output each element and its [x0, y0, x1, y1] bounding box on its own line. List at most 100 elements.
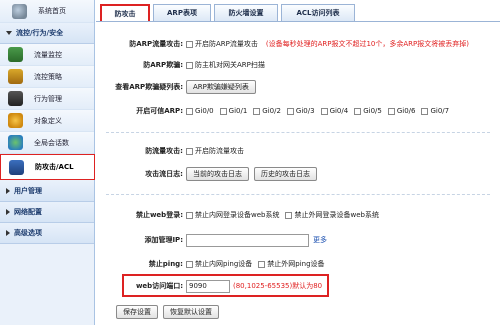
- manage-icon: [8, 91, 23, 106]
- web-port-label: web访问端口:: [135, 282, 183, 290]
- history-attack-log-button[interactable]: 历史的攻击日志: [254, 167, 317, 181]
- sidebar-item-object-define[interactable]: 对象定义: [0, 110, 94, 132]
- flood-label: 防流量攻击:: [145, 147, 183, 155]
- web-port-input[interactable]: 9090: [186, 279, 230, 293]
- web-login-label: 禁止web登录:: [135, 211, 183, 219]
- port-checkbox-gi0-7[interactable]: [421, 107, 429, 115]
- trusted-arp-label: 开启可信ARP:: [136, 107, 183, 115]
- chevron-right-icon: [6, 209, 10, 215]
- sidebar-group-flow-control[interactable]: 流控/行为/安全: [0, 23, 94, 44]
- ping-row: 禁止ping: 禁止内网ping设备 禁止外网ping设备: [96, 257, 500, 271]
- sidebar-item-label: 流控策略: [34, 72, 62, 81]
- sidebar-group-label: 高级选项: [14, 229, 42, 237]
- flood-row: 防流量攻击: 开启防流量攻击: [96, 144, 500, 158]
- arp-spoof-row: 防ARP欺骗: 防主机对网关ARP扫描: [96, 58, 500, 72]
- trusted-arp-row: 开启可信ARP: Gi0/0 Gi0/1 Gi0/2 Gi0/3 Gi0/4 G…: [96, 104, 500, 118]
- save-button[interactable]: 保存设置: [116, 305, 158, 319]
- ping-outer-label: 禁止外网ping设备: [267, 260, 325, 268]
- sidebar-group-user-manage[interactable]: 用户管理: [0, 181, 94, 202]
- sidebar-group-label: 网络配置: [14, 208, 42, 216]
- tab-arp-table[interactable]: ARP表项: [153, 4, 211, 21]
- port-checkbox-gi0-3[interactable]: [286, 107, 294, 115]
- shield-icon: [9, 159, 24, 175]
- chevron-down-icon: [6, 31, 12, 35]
- object-icon: [8, 113, 23, 128]
- admin-ip-input[interactable]: [186, 233, 309, 247]
- attack-log-label: 攻击流日志:: [145, 170, 183, 178]
- port-checkbox-gi0-4[interactable]: [320, 107, 328, 115]
- sidebar-item-label: 流量监控: [34, 50, 62, 59]
- session-icon: [8, 135, 23, 150]
- arp-spoof-label: 防ARP欺骗:: [143, 61, 183, 69]
- web-login-row: 禁止web登录: 禁止内网登录设备web系统 禁止外网登录设备web系统: [96, 208, 500, 222]
- flood-checkbox[interactable]: [186, 147, 193, 155]
- sidebar-item-flow-strategy[interactable]: 流控策略: [0, 66, 94, 88]
- admin-ip-row: 添加管理IP: 更多: [96, 233, 500, 247]
- current-attack-log-button[interactable]: 当前的攻击日志: [186, 167, 249, 181]
- sidebar-group-label: 流控/行为/安全: [16, 29, 64, 37]
- sidebar: 系统首页 流控/行为/安全 流量监控 流控策略 行为管理 对象定义 全局会话数 …: [0, 0, 95, 325]
- arp-spoof-option-label: 防主机对网关ARP扫描: [195, 61, 265, 69]
- web-login-outer-checkbox[interactable]: [285, 211, 293, 219]
- sidebar-item-home[interactable]: 系统首页: [0, 0, 94, 23]
- sidebar-item-attack-acl[interactable]: 防攻击/ACL: [0, 154, 95, 180]
- main-content: 防ARP流量攻击: 开启防ARP流量攻击 (设备每秒处理的ARP报文不超过10个…: [96, 22, 500, 325]
- arp-suspect-row: 查看ARP欺骗疑列表: ARP欺骗嫌疑列表: [96, 80, 500, 94]
- flood-option-label: 开启防流量攻击: [195, 147, 244, 155]
- sidebar-group-label: 用户管理: [14, 187, 42, 195]
- port-checkbox-gi0-1[interactable]: [219, 107, 227, 115]
- port-label: Gi0/6: [396, 107, 416, 115]
- port-label: Gi0/5: [363, 107, 382, 115]
- port-label: Gi0/1: [228, 107, 248, 115]
- tab-firewall[interactable]: 防火墙设置: [214, 4, 278, 21]
- more-link[interactable]: 更多: [313, 235, 327, 245]
- arp-spoof-checkbox[interactable]: [186, 61, 193, 69]
- sidebar-item-label: 防攻击/ACL: [35, 163, 74, 171]
- port-label: Gi0/3: [295, 107, 315, 115]
- strategy-icon: [8, 69, 23, 84]
- action-buttons: 保存设置 恢复默认设置: [96, 305, 500, 319]
- arp-suspect-list-button[interactable]: ARP欺骗嫌疑列表: [186, 80, 256, 94]
- port-checkbox-gi0-5[interactable]: [354, 107, 362, 115]
- admin-ip-label: 添加管理IP:: [144, 236, 183, 244]
- sidebar-item-label: 对象定义: [34, 116, 62, 125]
- sidebar-item-global-sessions[interactable]: 全局会话数: [0, 132, 94, 154]
- port-checkbox-gi0-6[interactable]: [387, 107, 395, 115]
- ping-inner-label: 禁止内网ping设备: [195, 260, 253, 268]
- sidebar-item-traffic-monitor[interactable]: 流量监控: [0, 44, 94, 66]
- port-label: Gi0/0: [195, 107, 214, 115]
- sidebar-group-network-config[interactable]: 网络配置: [0, 202, 94, 223]
- chevron-right-icon: [6, 188, 10, 194]
- web-port-row: web访问端口: 9090 (80,1025-65535)默认为80: [96, 279, 500, 293]
- attack-log-row: 攻击流日志: 当前的攻击日志 历史的攻击日志: [96, 167, 500, 181]
- sidebar-group-advanced[interactable]: 高级选项: [0, 223, 94, 244]
- sidebar-item-behavior-manage[interactable]: 行为管理: [0, 88, 94, 110]
- arp-flow-checkbox[interactable]: [186, 40, 193, 48]
- sidebar-item-label: 系统首页: [38, 7, 66, 15]
- arp-flow-label: 防ARP流量攻击:: [129, 40, 183, 48]
- port-label: Gi0/7: [430, 107, 450, 115]
- tab-anti-attack[interactable]: 防攻击: [100, 4, 150, 21]
- arp-flow-note: (设备每秒处理的ARP报文不超过10个，多余ARP报文将被丢弃掉): [265, 40, 469, 48]
- section-divider: [106, 132, 490, 133]
- web-login-inner-checkbox[interactable]: [186, 211, 193, 219]
- chevron-right-icon: [6, 230, 10, 236]
- port-checkbox-gi0-0[interactable]: [186, 107, 193, 115]
- arp-flow-option-label: 开启防ARP流量攻击: [195, 40, 258, 48]
- ping-inner-checkbox[interactable]: [186, 260, 193, 268]
- ping-label: 禁止ping:: [148, 260, 183, 268]
- port-label: Gi0/2: [262, 107, 281, 115]
- tab-bar: 防攻击 ARP表项 防火墙设置 ACL访问列表: [100, 4, 358, 21]
- arp-flow-row: 防ARP流量攻击: 开启防ARP流量攻击 (设备每秒处理的ARP报文不超过10个…: [96, 37, 500, 51]
- web-login-inner-label: 禁止内网登录设备web系统: [195, 211, 280, 219]
- sidebar-item-label: 行为管理: [34, 94, 62, 103]
- port-checkbox-gi0-2[interactable]: [253, 107, 261, 115]
- port-label: Gi0/4: [329, 107, 349, 115]
- section-divider: [106, 194, 490, 195]
- restore-default-button[interactable]: 恢复默认设置: [163, 305, 219, 319]
- web-login-outer-label: 禁止外网登录设备web系统: [294, 211, 379, 219]
- arp-suspect-label: 查看ARP欺骗疑列表:: [115, 83, 183, 91]
- ping-outer-checkbox[interactable]: [258, 260, 266, 268]
- tab-acl-list[interactable]: ACL访问列表: [281, 4, 355, 21]
- home-icon: [12, 3, 27, 19]
